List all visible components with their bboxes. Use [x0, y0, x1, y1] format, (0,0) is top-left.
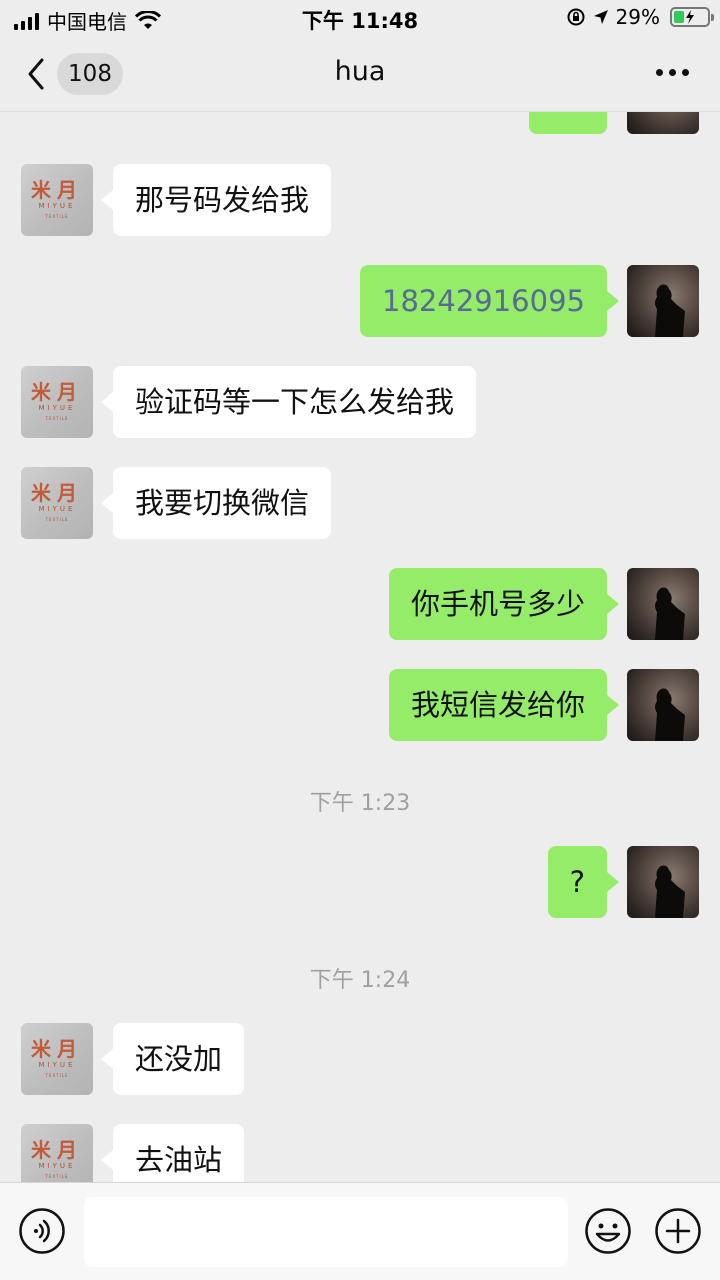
my-avatar[interactable]	[627, 846, 699, 918]
brand-logo-sub: TEXTILE	[45, 1174, 69, 1179]
plus-more-icon[interactable]	[654, 1207, 702, 1255]
brand-logo-mark: 米月	[31, 481, 83, 505]
person-silhouette-icon	[655, 865, 685, 918]
incoming-message-bubble[interactable]: 我要切换微信	[100, 467, 332, 539]
outgoing-bubble-partial[interactable]	[529, 112, 607, 134]
chat-title: hua	[334, 56, 386, 87]
brand-logo-sub: TEXTILE	[45, 214, 69, 219]
my-avatar[interactable]	[627, 669, 699, 741]
contact-avatar[interactable]: 米月 MIYUE TEXTILE	[21, 1124, 93, 1182]
incoming-message-bubble[interactable]: 还没加	[100, 1023, 245, 1095]
contact-avatar[interactable]: 米月 MIYUE TEXTILE	[21, 1023, 93, 1095]
my-avatar[interactable]	[627, 265, 699, 337]
battery-percent: 29%	[615, 5, 660, 29]
status-bar: 中国电信 下午 11:48 29%	[0, 0, 720, 36]
voice-input-icon[interactable]	[18, 1207, 66, 1255]
person-silhouette-icon	[655, 688, 685, 741]
brand-logo-mark: 米月	[31, 1037, 83, 1061]
contact-avatar[interactable]: 米月 MIYUE TEXTILE	[21, 366, 93, 438]
outgoing-message-bubble[interactable]: 你手机号多少	[388, 568, 620, 640]
incoming-message-bubble[interactable]: 去油站	[100, 1124, 245, 1182]
message-timestamp: 下午 1:23	[309, 791, 411, 816]
orientation-lock-icon	[567, 8, 585, 26]
contact-avatar[interactable]: 米月 MIYUE TEXTILE	[21, 467, 93, 539]
brand-logo-sub: TEXTILE	[45, 416, 69, 421]
brand-logo-name: MIYUE	[38, 1162, 76, 1170]
person-silhouette-icon	[655, 284, 685, 337]
input-toolbar	[0, 1182, 720, 1280]
location-arrow-icon	[593, 10, 608, 24]
status-right: 29%	[566, 5, 714, 29]
person-silhouette-icon	[655, 587, 685, 640]
message-input[interactable]	[84, 1197, 568, 1267]
brand-logo-name: MIYUE	[38, 202, 76, 210]
my-avatar[interactable]	[627, 568, 699, 640]
outgoing-phone-number-bubble[interactable]: 18242916095	[360, 265, 619, 337]
brand-logo-sub: TEXTILE	[45, 1073, 69, 1078]
contact-avatar[interactable]: 米月 MIYUE TEXTILE	[21, 164, 93, 236]
outgoing-message-bubble[interactable]: ?	[547, 846, 620, 918]
message-timestamp: 下午 1:24	[309, 968, 411, 993]
incoming-message-bubble[interactable]: 验证码等一下怎么发给我	[100, 366, 477, 438]
brand-logo-name: MIYUE	[38, 404, 76, 412]
brand-logo-name: MIYUE	[38, 1061, 76, 1069]
battery-icon	[670, 7, 714, 27]
brand-logo-mark: 米月	[31, 178, 83, 202]
brand-logo-name: MIYUE	[38, 505, 76, 513]
chat-header: 108 hua	[0, 36, 720, 112]
more-options-icon[interactable]	[656, 64, 690, 80]
emoji-icon[interactable]	[584, 1207, 632, 1255]
brand-logo-sub: TEXTILE	[45, 517, 69, 522]
outgoing-message-bubble[interactable]: 我短信发给你	[388, 669, 620, 741]
incoming-message-bubble[interactable]: 那号码发给我	[100, 164, 332, 236]
brand-logo-mark: 米月	[31, 1138, 83, 1162]
message-list[interactable]: 米月 MIYUE TEXTILE 那号码发给我 18242916095 米月 M…	[0, 112, 720, 1182]
brand-logo-mark: 米月	[31, 380, 83, 404]
my-avatar[interactable]	[627, 112, 699, 134]
